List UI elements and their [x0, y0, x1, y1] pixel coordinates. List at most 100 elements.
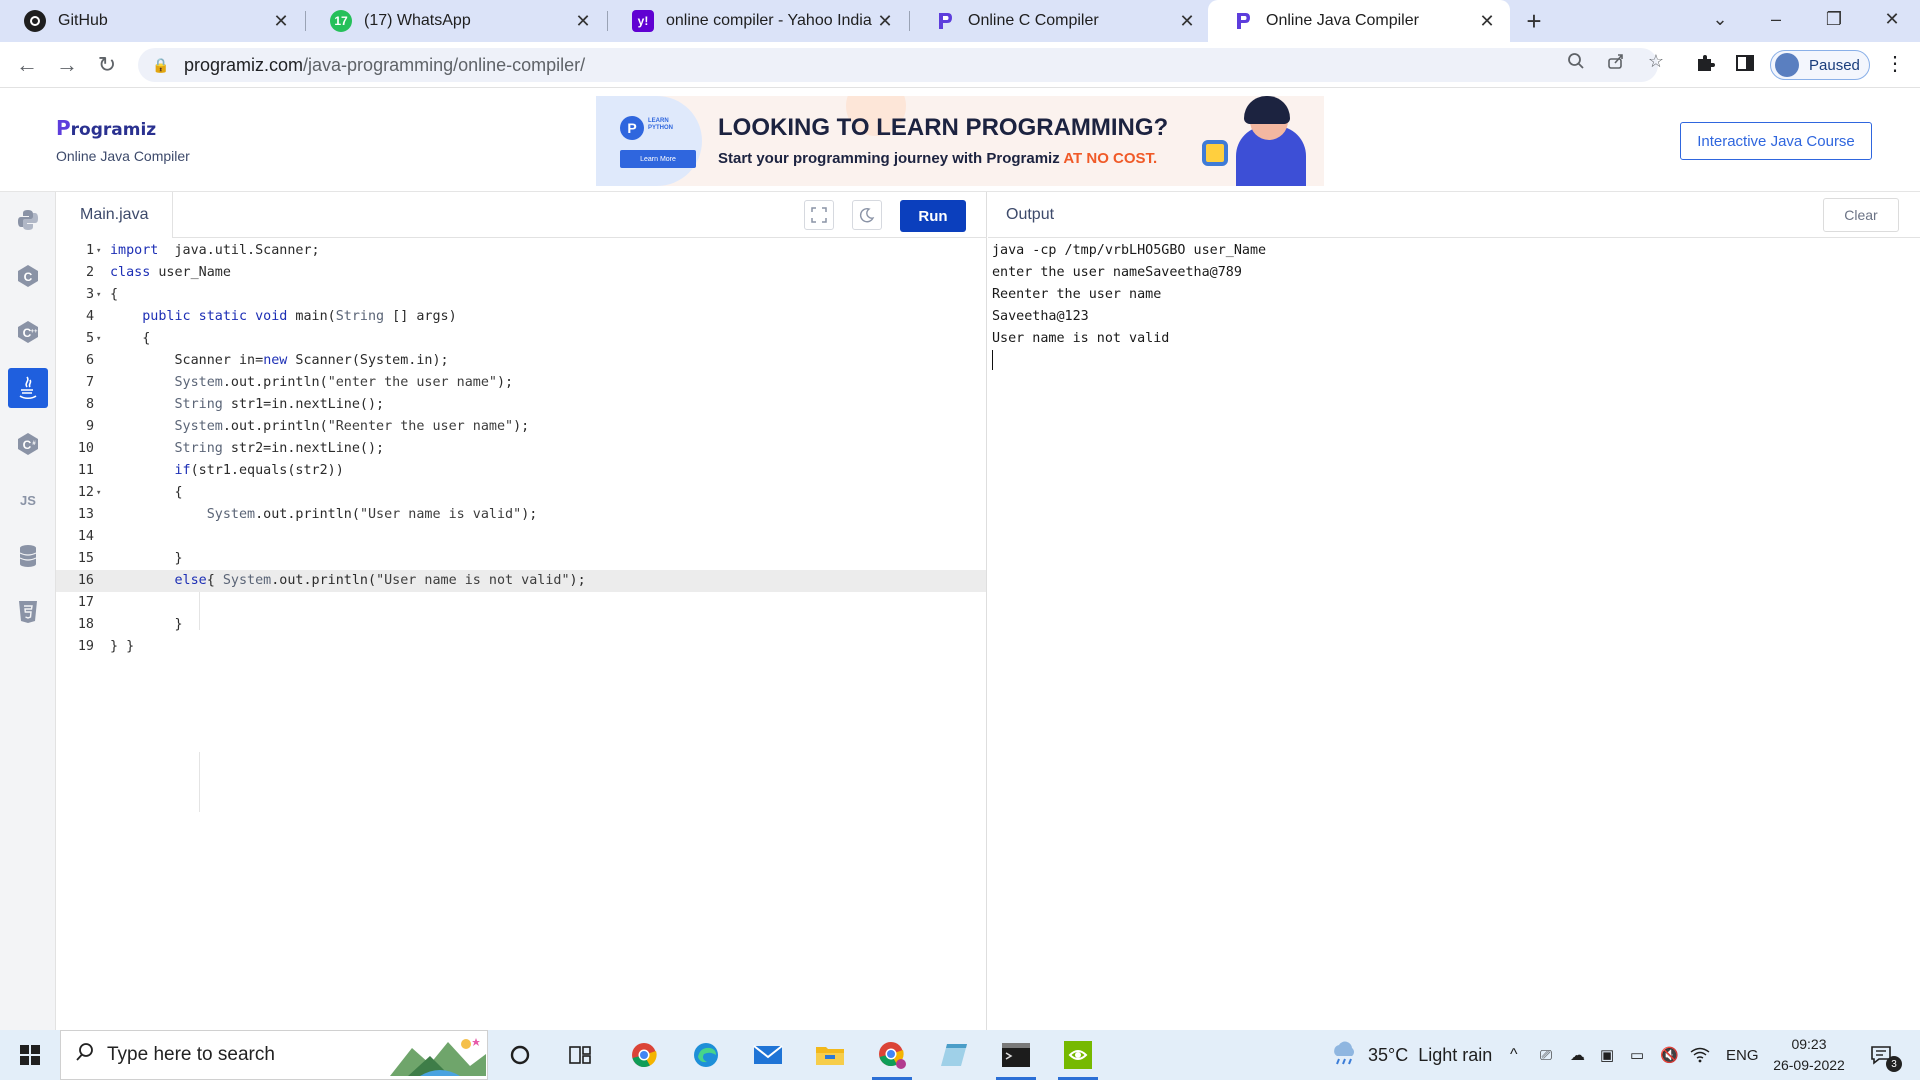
code-line[interactable]: 10 String str2=in.nextLine(); — [56, 438, 986, 460]
close-tab-icon[interactable]: ✕ — [874, 10, 896, 32]
reload-icon[interactable]: ↻ — [92, 50, 122, 80]
battery-icon[interactable]: ▭ — [1630, 1030, 1644, 1080]
code-line[interactable]: 15 } — [56, 548, 986, 570]
interactive-course-button[interactable]: Interactive Java Course — [1680, 122, 1872, 160]
chrome-profile-icon[interactable] — [872, 1035, 912, 1080]
code-area[interactable]: 1 ▾ import java.util.Scanner; 2 class user_N… — [56, 240, 986, 658]
code-line[interactable]: 14 — [56, 526, 986, 548]
output-console[interactable]: java -cp /tmp/vrbLHO5GBO user_Name enter … — [992, 240, 1266, 350]
output-line: User name is not valid — [992, 331, 1170, 346]
yahoo-icon: y! — [632, 10, 654, 32]
edge-icon[interactable] — [686, 1035, 726, 1075]
clear-button[interactable]: Clear — [1823, 198, 1899, 232]
forward-arrow-icon[interactable]: → — [52, 50, 82, 80]
profile-status: Paused — [1809, 56, 1860, 74]
profile-button[interactable]: Paused — [1770, 50, 1870, 80]
code-token: str1=in.nextLine(); — [222, 397, 385, 412]
start-button[interactable] — [0, 1030, 60, 1080]
code-line[interactable]: 19} } — [56, 636, 986, 658]
side-panel-icon[interactable] — [1732, 50, 1758, 76]
close-window-icon[interactable]: ✕ — [1864, 0, 1920, 38]
close-tab-icon[interactable]: ✕ — [572, 10, 594, 32]
javascript-icon[interactable]: JS — [8, 480, 48, 520]
show-hidden-icons-chevron-icon[interactable]: ^ — [1510, 1030, 1518, 1080]
notepad-icon[interactable] — [934, 1035, 974, 1075]
code-line[interactable]: 1 ▾ import java.util.Scanner; — [56, 240, 986, 262]
weather-widget[interactable]: 35°C Light rain — [1330, 1030, 1492, 1080]
line-number: 18 — [77, 617, 94, 632]
code-line[interactable]: 13 System.out.println("User name is vali… — [56, 504, 986, 526]
extensions-puzzle-icon[interactable] — [1692, 50, 1718, 76]
volume-muted-icon[interactable]: 🔇 — [1660, 1030, 1679, 1080]
onedrive-icon[interactable]: ☁ — [1570, 1030, 1585, 1080]
python-icon[interactable] — [8, 200, 48, 240]
browser-tab-github[interactable]: GitHub ✕ — [0, 0, 304, 42]
display-icon[interactable]: ▣ — [1600, 1030, 1614, 1080]
code-line[interactable]: 6 Scanner in=new Scanner(System.in); — [56, 350, 986, 372]
code-line[interactable]: 12 ▾ { — [56, 482, 986, 504]
ad-banner[interactable]: P LEARN PYTHON Learn More LOOKING TO LEAR… — [596, 96, 1324, 186]
code-line[interactable]: 11 if(str1.equals(str2)) — [56, 460, 986, 482]
browser-tab-java-compiler[interactable]: Online Java Compiler ✕ — [1208, 0, 1510, 42]
fold-arrow-icon[interactable]: ▾ — [96, 482, 106, 504]
code-line[interactable]: 9 System.out.println("Reenter the user n… — [56, 416, 986, 438]
code-line[interactable]: 5 ▾ { — [56, 328, 986, 350]
browser-tab-yahoo[interactable]: y! online compiler - Yahoo India Se ✕ — [608, 0, 908, 42]
back-arrow-icon[interactable]: ← — [12, 50, 42, 80]
command-prompt-icon[interactable] — [996, 1035, 1036, 1080]
fold-arrow-icon[interactable]: ▾ — [96, 328, 106, 350]
close-tab-icon[interactable]: ✕ — [1476, 10, 1498, 32]
output-line: java -cp /tmp/vrbLHO5GBO user_Name — [992, 243, 1267, 258]
address-bar[interactable]: 🔒 programiz.com/java-programming/online-… — [138, 48, 1658, 82]
code-line[interactable]: 8 String str1=in.nextLine(); — [56, 394, 986, 416]
code-line[interactable]: 4 public static void main(String [] args… — [56, 306, 986, 328]
share-icon[interactable] — [1604, 49, 1628, 73]
java-icon[interactable] — [8, 368, 48, 408]
fold-arrow-icon[interactable]: ▾ — [96, 284, 106, 306]
cpp-icon[interactable]: C ++ — [8, 312, 48, 352]
meet-now-icon[interactable]: ⎚ — [1540, 1030, 1552, 1080]
banner-headline: LOOKING TO LEARN PROGRAMMING? — [718, 114, 1169, 141]
zoom-icon[interactable] — [1564, 49, 1588, 73]
minimize-icon[interactable]: – — [1748, 0, 1804, 38]
cortana-icon[interactable] — [500, 1035, 540, 1075]
tab-search-chevron-icon[interactable]: ⌄ — [1692, 0, 1748, 38]
file-tab-main-java[interactable]: Main.java — [56, 192, 174, 238]
new-tab-button[interactable]: + — [1518, 6, 1550, 36]
programiz-logo[interactable]: Programiz — [56, 116, 156, 140]
html-icon[interactable] — [8, 592, 48, 632]
csharp-icon[interactable]: C # — [8, 424, 48, 464]
c-icon[interactable]: C — [8, 256, 48, 296]
search-input[interactable] — [107, 1044, 387, 1066]
bookmark-star-icon[interactable]: ☆ — [1644, 49, 1668, 73]
learn-more-button[interactable]: Learn More — [620, 150, 696, 168]
restore-icon[interactable]: ❐ — [1806, 0, 1862, 38]
wifi-icon[interactable] — [1690, 1030, 1710, 1080]
close-tab-icon[interactable]: ✕ — [270, 10, 292, 32]
chrome-icon[interactable] — [624, 1035, 664, 1075]
file-explorer-icon[interactable] — [810, 1035, 850, 1075]
task-view-icon[interactable] — [560, 1035, 600, 1075]
fold-arrow-icon[interactable]: ▾ — [96, 240, 106, 262]
browser-menu-icon[interactable]: ⋮ — [1882, 50, 1908, 76]
code-line[interactable]: 17 — [56, 592, 986, 614]
close-tab-icon[interactable]: ✕ — [1176, 10, 1198, 32]
code-line[interactable]: 18 } — [56, 614, 986, 636]
taskbar-clock[interactable]: 09:23 26-09-2022 — [1766, 1034, 1852, 1076]
input-language[interactable]: ENG — [1726, 1030, 1759, 1080]
dark-mode-moon-icon[interactable] — [852, 200, 882, 230]
browser-tab-c-compiler[interactable]: Online C Compiler ✕ — [910, 0, 1210, 42]
sql-icon[interactable] — [8, 536, 48, 576]
fullscreen-icon[interactable] — [804, 200, 834, 230]
code-line[interactable]: 7 System.out.println("enter the user nam… — [56, 372, 986, 394]
rain-cloud-icon — [1330, 1040, 1358, 1071]
notification-center-icon[interactable]: 3 — [1866, 1042, 1902, 1072]
code-line[interactable]: 16 else{ System.out.println("User name i… — [56, 570, 986, 592]
run-button[interactable]: Run — [900, 200, 966, 232]
code-line[interactable]: 3 ▾ { — [56, 284, 986, 306]
browser-tab-whatsapp[interactable]: 17 (17) WhatsApp ✕ — [306, 0, 606, 42]
mail-icon[interactable] — [748, 1035, 788, 1075]
nvidia-icon[interactable] — [1058, 1035, 1098, 1080]
code-line[interactable]: 2 class user_Name — [56, 262, 986, 284]
code-token: str2=in.nextLine(); — [222, 441, 385, 456]
